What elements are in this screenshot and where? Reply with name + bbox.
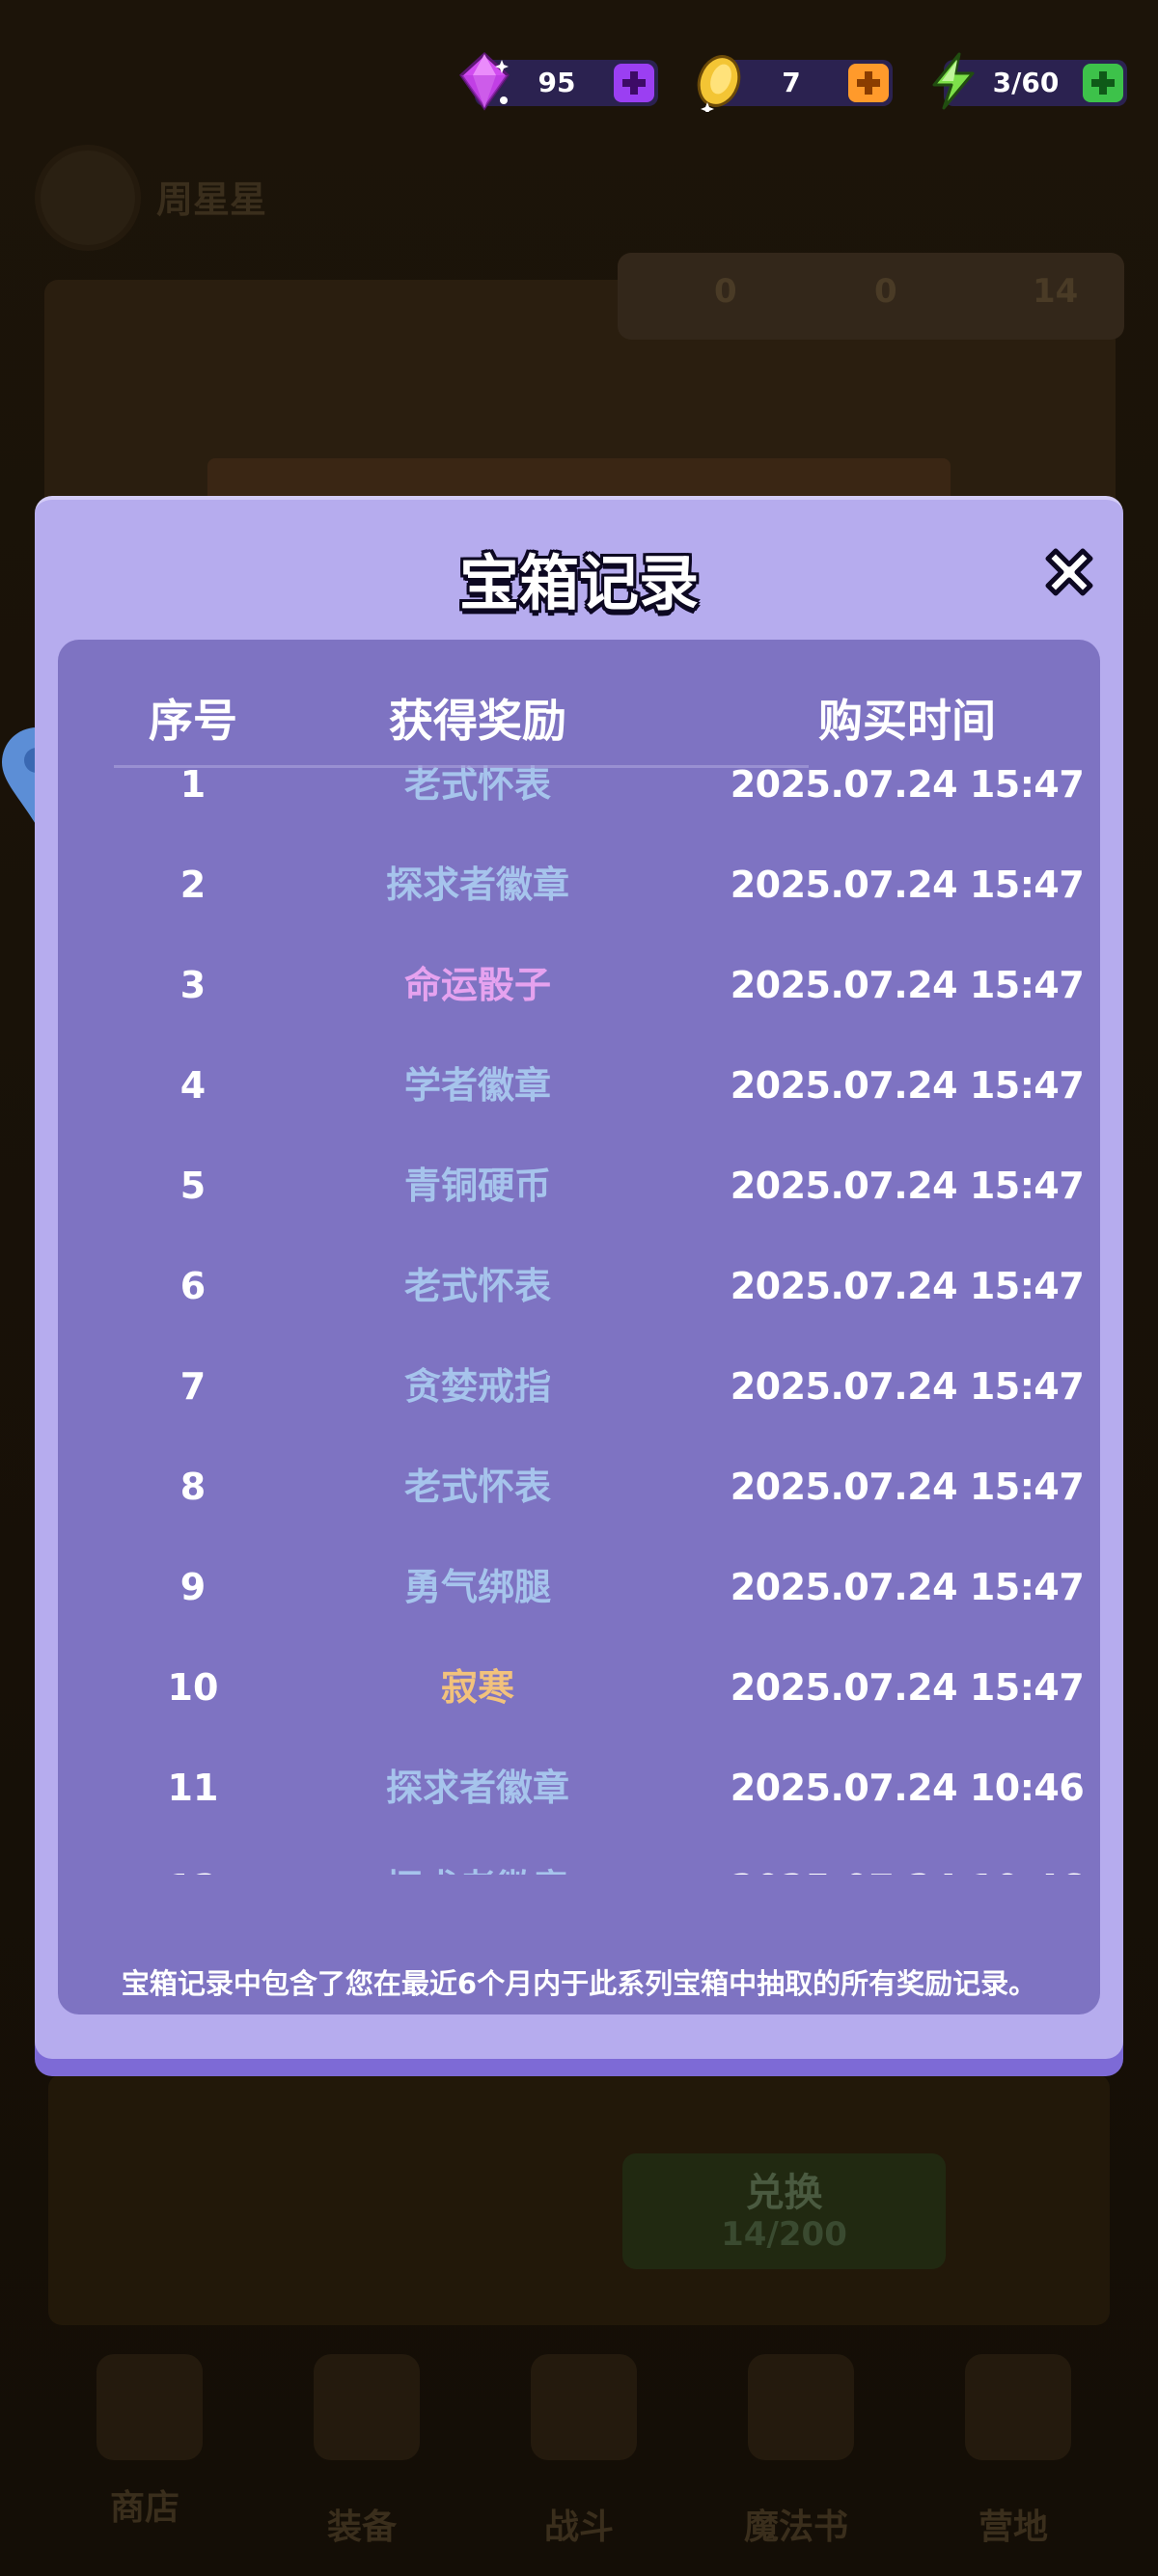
stat-value-1: 0 — [714, 272, 737, 311]
row-reward: 学者徽章 — [403, 1064, 551, 1107]
row-time: 2025.07.24 10:46 — [724, 1838, 1090, 1875]
bottom-nav: 商店 装备 战斗 魔法书 营地 — [0, 2335, 1158, 2576]
row-reward: 寂寒 — [440, 1666, 514, 1709]
record-footnote: 宝箱记录中包含了您在最近6个月内于此系列宝箱中抽取的所有奖励记录。 — [121, 1967, 1037, 2000]
coin-counter: 7 — [697, 55, 893, 112]
exchange-count: 14/200 — [721, 2215, 847, 2254]
column-header-index: 序号 — [149, 695, 237, 747]
swords-icon — [531, 2354, 637, 2460]
add-energy-button[interactable] — [1083, 64, 1123, 102]
energy-counter: 3/60 — [932, 52, 1127, 110]
table-row: 10 寂寒 2025.07.24 15:47 — [58, 1637, 1100, 1738]
row-index: 11 — [167, 1767, 219, 1809]
row-time: 2025.07.24 15:47 — [730, 1566, 1085, 1608]
exchange-label: 兑换 — [745, 2171, 823, 2215]
energy-count: 3/60 — [992, 67, 1060, 98]
coin-icon — [697, 55, 741, 112]
add-gems-button[interactable] — [614, 64, 654, 102]
shop-icon — [96, 2354, 203, 2460]
row-index: 6 — [179, 1265, 207, 1307]
row-reward: 探求者徽章 — [385, 1767, 569, 1809]
stat-value-2: 0 — [874, 272, 897, 311]
column-header-reward: 获得奖励 — [389, 695, 566, 747]
table-row: 12 探求者徽章 2025.07.24 10:46 — [58, 1838, 1100, 1875]
row-time: 2025.07.24 15:47 — [730, 1064, 1085, 1107]
nav-item-spellbook: 魔法书 — [700, 2335, 893, 2576]
plus-icon — [622, 71, 646, 95]
chest-record-dialog: 宝箱记录 序号 获得奖励 购买时间 1 老式怀表 2025.07.24 15:4… — [35, 496, 1123, 2059]
table-row: 9 勇气绑腿 2025.07.24 15:47 — [58, 1537, 1100, 1637]
equipment-icon — [314, 2354, 420, 2460]
table-row: 3 命运骰子 2025.07.24 15:47 — [58, 935, 1100, 1035]
add-coins-button[interactable] — [848, 64, 889, 102]
nav-item-equipment: 装备 — [265, 2335, 458, 2576]
row-index: 8 — [179, 1466, 207, 1508]
row-reward: 老式怀表 — [403, 1466, 551, 1508]
row-time: 2025.07.24 10:46 — [730, 1767, 1085, 1809]
row-index: 3 — [179, 964, 207, 1006]
row-reward: 命运骰子 — [403, 964, 551, 1006]
table-row: 7 贪婪戒指 2025.07.24 15:47 — [58, 1336, 1100, 1437]
stat-value-3: 14 — [1033, 272, 1079, 311]
row-index: 9 — [179, 1566, 207, 1608]
header-divider — [114, 765, 809, 768]
gem-counter: 95 — [459, 51, 658, 111]
row-reward: 勇气绑腿 — [403, 1566, 551, 1608]
row-reward: 探求者徽章 — [333, 1838, 622, 1875]
row-time: 2025.07.24 15:47 — [730, 1666, 1085, 1709]
record-list[interactable]: 1 老式怀表 2025.07.24 15:47 2 探求者徽章 2025.07.… — [58, 755, 1100, 1875]
table-row: 6 老式怀表 2025.07.24 15:47 — [58, 1236, 1100, 1336]
row-reward: 青铜硬币 — [403, 1165, 551, 1207]
row-index: 10 — [167, 1666, 219, 1709]
table-row: 5 青铜硬币 2025.07.24 15:47 — [58, 1136, 1100, 1236]
plus-icon — [857, 71, 880, 95]
row-index: 5 — [179, 1165, 207, 1207]
nav-item-shop: 商店 — [48, 2335, 241, 2576]
dialog-title: 宝箱记录 — [458, 548, 699, 618]
row-index: 2 — [179, 863, 207, 906]
column-header-time: 购买时间 — [818, 695, 996, 747]
camp-icon — [965, 2354, 1071, 2460]
row-reward: 贪婪戒指 — [403, 1365, 551, 1408]
spellbook-icon — [748, 2354, 854, 2460]
chest-display-panel — [48, 2074, 1110, 2325]
row-time: 2025.07.24 15:47 — [730, 1365, 1085, 1408]
row-time: 2025.07.24 15:47 — [730, 1165, 1085, 1207]
player-name: 周星星 — [156, 178, 267, 221]
nav-label-spellbook: 魔法书 — [743, 2507, 848, 2547]
close-icon[interactable] — [1040, 543, 1098, 601]
nav-item-battle: 战斗 — [482, 2335, 676, 2576]
lightning-icon — [932, 52, 975, 110]
nav-label-equipment: 装备 — [326, 2507, 397, 2547]
coin-count: 7 — [782, 67, 801, 98]
row-time: 2025.07.24 15:47 — [730, 863, 1085, 906]
row-time: 2025.07.24 15:47 — [730, 1265, 1085, 1307]
avatar — [35, 145, 141, 251]
table-row: 2 探求者徽章 2025.07.24 15:47 — [58, 835, 1100, 935]
row-index: 4 — [179, 1064, 207, 1107]
record-table: 序号 获得奖励 购买时间 1 老式怀表 2025.07.24 15:47 2 探… — [58, 640, 1100, 2014]
gem-count: 95 — [538, 67, 576, 98]
nav-label-camp: 营地 — [978, 2507, 1048, 2547]
row-index: 12 — [96, 1838, 290, 1875]
nav-label-battle: 战斗 — [543, 2507, 614, 2547]
row-reward: 探求者徽章 — [385, 863, 569, 906]
nav-item-camp: 营地 — [917, 2335, 1110, 2576]
row-time: 2025.07.24 15:47 — [730, 964, 1085, 1006]
row-time: 2025.07.24 15:47 — [730, 1466, 1085, 1508]
table-row: 11 探求者徽章 2025.07.24 10:46 — [58, 1738, 1100, 1838]
row-reward: 老式怀表 — [403, 1265, 551, 1307]
row-index: 7 — [179, 1365, 207, 1408]
gem-icon — [459, 51, 510, 111]
plus-icon — [1091, 71, 1115, 95]
nav-label-shop: 商店 — [109, 2488, 179, 2528]
table-row: 4 学者徽章 2025.07.24 15:47 — [58, 1035, 1100, 1136]
table-row: 8 老式怀表 2025.07.24 15:47 — [58, 1437, 1100, 1537]
